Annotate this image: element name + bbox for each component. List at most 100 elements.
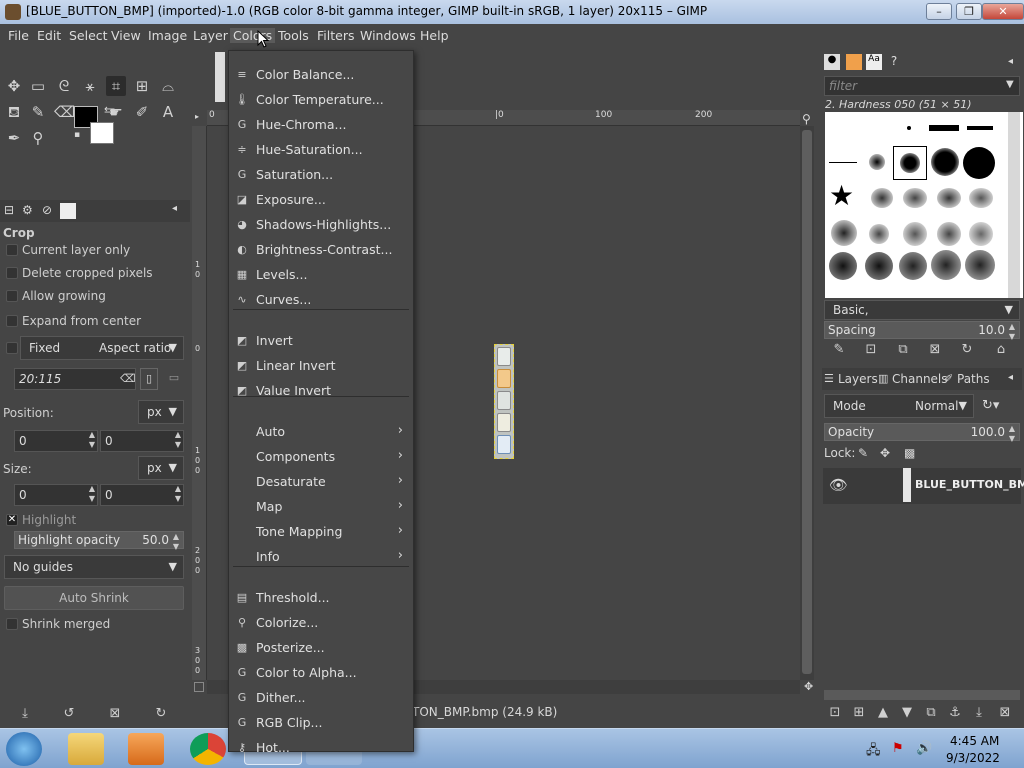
text-tool-icon[interactable]: A [158, 102, 178, 122]
new-layer-group-icon[interactable]: ⊞ [850, 705, 868, 720]
edit-brush-icon[interactable]: ✎ [830, 342, 848, 357]
lock-alpha-icon[interactable]: ▩ [904, 446, 915, 460]
clock-date[interactable]: 9/3/2022 [946, 751, 1000, 765]
spin-arrows-icon[interactable]: ▲ ▼ [173, 430, 183, 450]
action-center-icon[interactable]: ⚑ [892, 741, 904, 756]
raise-layer-icon[interactable]: ▲ [874, 705, 892, 720]
help-tab-icon[interactable]: ? [886, 54, 902, 70]
brush-spacing-slider[interactable]: Spacing 10.0 ▲ ▼ [824, 321, 1020, 341]
duplicate-brush-icon[interactable]: ⧉ [894, 342, 912, 357]
chevron-down-icon[interactable]: ▼ [1006, 79, 1014, 90]
clock-time[interactable]: 4:45 AM [950, 734, 999, 748]
menu-item-color-to-alpha[interactable]: G Color to Alpha... [229, 661, 413, 686]
brush-item-selected[interactable] [893, 146, 927, 180]
highlight-opacity-slider[interactable]: Highlight opacity 50.0 ▲ ▼ [14, 531, 184, 551]
layer-opacity-slider[interactable]: Opacity 100.0 ▲ ▼ [824, 423, 1020, 443]
transform-tool-icon[interactable]: ⊞ [132, 76, 152, 96]
brush-item[interactable] [869, 224, 889, 244]
rect-select-tool-icon[interactable]: ▭ [28, 76, 48, 96]
panel-menu-icon[interactable]: ◂ [1008, 56, 1013, 67]
tab-layers[interactable]: Layers [838, 372, 878, 386]
menu-item-posterize[interactable]: ▩ Posterize... [229, 636, 413, 661]
background-color-swatch[interactable] [90, 122, 114, 144]
current-layer-only-checkbox[interactable] [6, 244, 18, 256]
vertical-scrollbar[interactable] [800, 126, 814, 680]
color-picker-tool-icon[interactable]: ✒ [4, 128, 24, 148]
default-colors-icon[interactable]: ▪ [74, 130, 80, 140]
panel-menu-icon[interactable]: ◂ [172, 203, 177, 214]
brush-item[interactable] [865, 252, 893, 280]
zoom-tool-icon[interactable]: ⚲ [28, 128, 48, 148]
brush-item[interactable] [899, 252, 927, 280]
ratio-input[interactable]: 20:115 [14, 368, 136, 390]
brush-item[interactable] [903, 222, 927, 246]
volume-icon[interactable]: 🔊 [916, 741, 932, 756]
panel-menu-icon[interactable]: ◂ [1008, 372, 1013, 383]
menu-item-threshold[interactable]: ▤ Threshold... [229, 586, 413, 611]
image-tab-thumbnail[interactable] [215, 52, 225, 102]
expand-center-checkbox[interactable] [6, 315, 18, 327]
brush-item[interactable] [931, 250, 961, 280]
fonts-tab-icon[interactable]: Aa [866, 54, 882, 70]
chrome-taskbar-icon[interactable] [190, 733, 226, 765]
menu-item-hue-chroma[interactable]: G Hue-Chroma... [229, 113, 413, 138]
eye-icon[interactable]: 👁 [829, 476, 848, 494]
spin-arrows-icon[interactable]: ▲ ▼ [87, 484, 97, 504]
spin-arrows-icon[interactable]: ▲ ▼ [173, 484, 183, 504]
brush-item[interactable] [829, 162, 857, 163]
media-player-taskbar-icon[interactable] [128, 733, 164, 765]
menu-item-brightness-contrast[interactable]: ◐ Brightness-Contrast... [229, 238, 413, 263]
brush-item[interactable] [967, 126, 993, 130]
brush-item[interactable] [963, 147, 995, 179]
navigate-icon[interactable]: ✥ [804, 680, 813, 693]
position-unit-dropdown[interactable]: px ▼ [138, 400, 184, 424]
fixed-checkbox[interactable] [6, 342, 18, 354]
brush-item[interactable] [969, 188, 993, 208]
brush-item[interactable] [965, 250, 995, 280]
auto-shrink-button[interactable]: Auto Shrink [4, 586, 184, 610]
warp-tool-icon[interactable]: ⌓ [158, 76, 178, 96]
brush-item[interactable] [871, 188, 893, 208]
brush-item[interactable] [829, 252, 857, 280]
menu-select[interactable]: Select [69, 28, 108, 43]
menu-item-colorize[interactable]: ⚲ Colorize... [229, 611, 413, 636]
brush-tag-dropdown[interactable]: Basic, ▼ [824, 300, 1020, 320]
menu-file[interactable]: File [8, 28, 29, 43]
minimize-button[interactable]: – [926, 3, 952, 20]
size-h-input[interactable]: 0 [100, 484, 184, 506]
menu-item-levels[interactable]: ▦ Levels... [229, 263, 413, 288]
menu-item-rgb-clip[interactable]: G RGB Clip... [229, 711, 413, 736]
position-x-input[interactable]: 0 [14, 430, 98, 452]
brushes-tab-icon[interactable]: ● [824, 54, 840, 70]
menu-item-color-balance[interactable]: ≡ Color Balance... [229, 63, 413, 88]
menu-item-map[interactable]: Map › [229, 495, 413, 520]
lasso-tool-icon[interactable]: ᘓ [54, 76, 74, 96]
menu-item-tone-mapping[interactable]: Tone Mapping › [229, 520, 413, 545]
brush-item[interactable] [969, 222, 993, 246]
fuzzy-select-tool-icon[interactable]: ⚹ [80, 76, 100, 96]
image-canvas[interactable] [494, 344, 514, 459]
delete-options-icon[interactable]: ⊠ [106, 706, 124, 721]
images-tab-icon[interactable] [60, 203, 76, 219]
delete-layer-icon[interactable]: ⊠ [996, 705, 1014, 720]
guides-dropdown[interactable]: No guides ▼ [4, 555, 184, 579]
tab-paths[interactable]: Paths [957, 372, 990, 386]
path-tool-icon[interactable]: ✐ [132, 102, 152, 122]
ruler-menu-icon[interactable]: ▸ [195, 112, 205, 122]
refresh-brushes-icon[interactable]: ↻ [958, 342, 976, 357]
landscape-icon[interactable]: ▭ [164, 368, 184, 390]
start-button[interactable] [6, 732, 42, 766]
new-brush-icon[interactable]: ⊡ [862, 342, 880, 357]
menu-view[interactable]: View [111, 28, 141, 43]
brush-grid[interactable]: ★ [825, 112, 1023, 298]
layer-row[interactable]: 👁 BLUE_BUTTON_BM [823, 468, 1024, 504]
quick-mask-icon[interactable] [194, 682, 204, 692]
device-status-tab-icon[interactable]: ⚙ [22, 203, 33, 217]
move-tool-icon[interactable]: ✥ [4, 76, 24, 96]
brush-item[interactable] [831, 220, 857, 246]
mode-reset-icon[interactable]: ↻▾ [982, 398, 999, 413]
menu-layer[interactable]: Layer [193, 28, 228, 43]
menu-edit[interactable]: Edit [37, 28, 61, 43]
delete-brush-icon[interactable]: ⊠ [926, 342, 944, 357]
open-brush-icon[interactable]: ⌂ [992, 342, 1010, 357]
